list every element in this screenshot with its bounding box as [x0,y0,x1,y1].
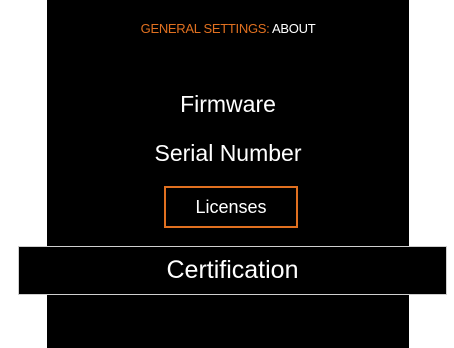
breadcrumb-page: ABOUT [272,21,316,36]
settings-screen [47,0,409,348]
menu-item-firmware[interactable]: Firmware [47,91,409,118]
breadcrumb-section: GENERAL SETTINGS: [140,21,270,36]
menu-item-licenses[interactable]: Licenses [164,186,298,228]
menu-item-licenses-label: Licenses [195,196,267,217]
menu-item-certification-label: Certification [166,256,299,284]
menu-item-serial-number[interactable]: Serial Number [47,140,409,167]
breadcrumb: GENERAL SETTINGS: ABOUT [47,21,409,36]
menu-item-certification[interactable]: Certification [18,246,447,295]
